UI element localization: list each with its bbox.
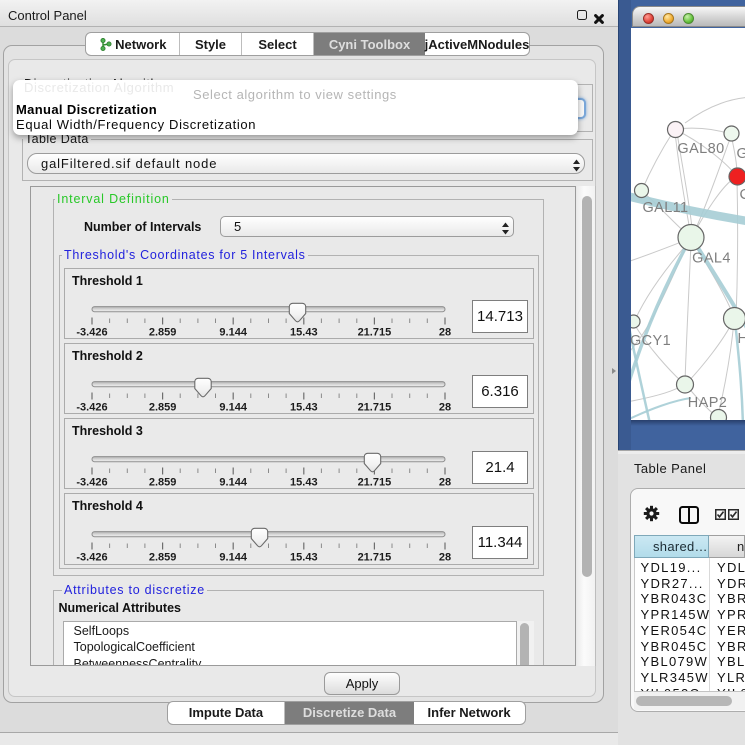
svg-text:HA: HA xyxy=(738,331,745,347)
svg-text:GCY1: GCY1 xyxy=(631,333,671,349)
svg-text:21.715: 21.715 xyxy=(358,552,392,564)
svg-text:GAL…: GAL… xyxy=(737,146,745,162)
svg-text:21.715: 21.715 xyxy=(358,326,392,338)
svg-text:9.144: 9.144 xyxy=(219,326,247,338)
svg-text:2.859: 2.859 xyxy=(149,326,177,338)
svg-text:9.144: 9.144 xyxy=(219,401,247,413)
svg-text:CD: CD xyxy=(740,187,745,203)
svg-text:15.43: 15.43 xyxy=(290,401,318,413)
svg-text:GAL11: GAL11 xyxy=(642,200,688,216)
svg-text:GAL80: GAL80 xyxy=(677,141,724,157)
svg-text:2.859: 2.859 xyxy=(149,401,177,413)
svg-text:2.859: 2.859 xyxy=(149,552,177,564)
svg-text:28: 28 xyxy=(439,552,451,564)
svg-text:2.859: 2.859 xyxy=(149,477,177,489)
svg-text:15.43: 15.43 xyxy=(290,477,318,489)
svg-text:15.43: 15.43 xyxy=(290,326,318,338)
svg-text:21.715: 21.715 xyxy=(358,401,392,413)
svg-text:-3.426: -3.426 xyxy=(76,552,107,564)
svg-text:GAL4: GAL4 xyxy=(692,251,731,267)
svg-text:28: 28 xyxy=(439,477,451,489)
svg-text:-3.426: -3.426 xyxy=(76,477,107,489)
svg-text:28: 28 xyxy=(439,401,451,413)
svg-text:-3.426: -3.426 xyxy=(76,401,107,413)
svg-text:15.43: 15.43 xyxy=(290,552,318,564)
svg-text:9.144: 9.144 xyxy=(219,477,247,489)
svg-text:-3.426: -3.426 xyxy=(76,326,107,338)
svg-text:HAP2: HAP2 xyxy=(688,395,727,411)
svg-text:21.715: 21.715 xyxy=(358,477,392,489)
svg-text:28: 28 xyxy=(439,326,451,338)
svg-text:9.144: 9.144 xyxy=(219,552,247,564)
